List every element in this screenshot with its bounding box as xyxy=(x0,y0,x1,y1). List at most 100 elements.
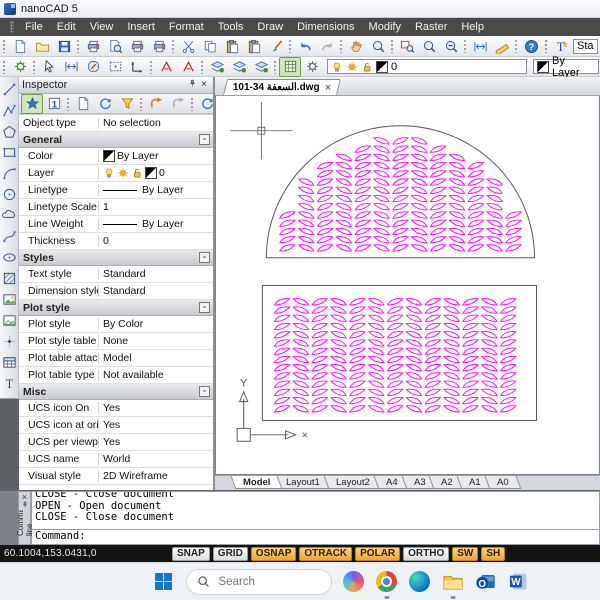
ucs-tool-button[interactable] xyxy=(126,57,148,77)
arc-button[interactable] xyxy=(0,163,19,184)
toggle-osnap[interactable]: OSNAP xyxy=(251,547,297,561)
dim-angle-button[interactable] xyxy=(177,57,199,77)
layer-on-button[interactable] xyxy=(206,57,228,77)
spline-button[interactable] xyxy=(0,226,19,247)
paste-special-button[interactable] xyxy=(243,36,265,56)
property-value[interactable]: By Layer xyxy=(99,150,213,162)
star-button[interactable] xyxy=(21,94,43,114)
cloud-button[interactable] xyxy=(0,205,19,226)
open-button[interactable] xyxy=(31,36,53,56)
toggle-snap[interactable]: SNAP xyxy=(172,547,210,561)
menu-view[interactable]: View xyxy=(83,20,121,34)
line-button[interactable] xyxy=(0,79,19,100)
options-button[interactable] xyxy=(9,57,31,77)
command-close-button[interactable]: × xyxy=(22,493,27,501)
table-button[interactable] xyxy=(0,352,19,373)
select-button[interactable] xyxy=(38,57,60,77)
zoom-window-button[interactable] xyxy=(396,36,418,56)
taskbar-edge-button[interactable] xyxy=(409,571,431,593)
menu-edit[interactable]: Edit xyxy=(50,20,83,34)
measure-button[interactable] xyxy=(491,36,513,56)
layer-states-button[interactable] xyxy=(301,57,323,77)
property-value[interactable]: Yes xyxy=(99,436,213,448)
menu-draw[interactable]: Draw xyxy=(250,20,290,34)
command-prompt[interactable]: Command: xyxy=(32,529,599,544)
ellipse-button[interactable] xyxy=(0,247,19,268)
taskbar-chrome-button[interactable] xyxy=(376,571,398,593)
zoom-realtime-button[interactable] xyxy=(367,36,389,56)
section-styles[interactable]: Styles- xyxy=(19,250,213,266)
section-misc[interactable]: Misc- xyxy=(19,384,213,400)
collapse-icon[interactable]: - xyxy=(199,134,210,145)
model-canvas[interactable]: Y× xyxy=(215,96,600,475)
circle-button[interactable] xyxy=(0,184,19,205)
property-value[interactable]: Yes xyxy=(99,419,213,431)
property-value[interactable]: No selection xyxy=(99,117,213,129)
property-value[interactable]: 2D Wireframe xyxy=(99,470,213,482)
color-combo[interactable]: By Layer xyxy=(533,59,599,74)
menu-raster[interactable]: Raster xyxy=(408,20,454,34)
toggle-ortho[interactable]: ORTHO xyxy=(403,547,449,561)
save-button[interactable] xyxy=(53,36,75,56)
search-input[interactable] xyxy=(217,575,321,589)
polyline-button[interactable] xyxy=(0,100,19,121)
pan-button[interactable] xyxy=(345,36,367,56)
apply-gray-button[interactable] xyxy=(167,94,189,114)
section-general[interactable]: General- xyxy=(19,132,213,148)
document-tab[interactable]: 101-34 السعفة.dwg × xyxy=(223,79,341,95)
toggle-sw[interactable]: SW xyxy=(452,547,478,561)
plot-button[interactable] xyxy=(82,36,104,56)
layers-button[interactable] xyxy=(279,57,301,77)
text-style-input[interactable] xyxy=(577,40,594,53)
rectangle-button[interactable] xyxy=(0,142,19,163)
cut-button[interactable] xyxy=(177,36,199,56)
section-plot-style[interactable]: Plot style- xyxy=(19,300,213,316)
property-value[interactable]: Yes xyxy=(99,402,213,414)
text-button[interactable] xyxy=(0,373,19,394)
filter-button[interactable] xyxy=(116,94,138,114)
point-button[interactable] xyxy=(0,331,19,352)
inspector-pin-button[interactable] xyxy=(186,79,198,92)
property-value[interactable]: Standard xyxy=(99,285,213,297)
apply-button[interactable] xyxy=(145,94,167,114)
wipeout-button[interactable] xyxy=(0,310,19,331)
one-button[interactable] xyxy=(43,94,65,114)
property-value[interactable]: By Layer xyxy=(99,218,213,230)
menu-help[interactable]: Help xyxy=(454,20,491,34)
property-value[interactable]: By Layer xyxy=(99,184,213,196)
property-value[interactable]: Model xyxy=(99,352,213,364)
paste-button[interactable] xyxy=(221,36,243,56)
copy-button[interactable] xyxy=(199,36,221,56)
menu-dimensions[interactable]: Dimensions xyxy=(290,20,361,34)
property-value[interactable]: 0 xyxy=(99,235,213,247)
zoom-in-button[interactable] xyxy=(418,36,440,56)
layer-freeze-button[interactable] xyxy=(228,57,250,77)
layout-tab-model[interactable]: Model xyxy=(231,476,283,489)
drawing-viewport[interactable]: Y× xyxy=(216,96,599,474)
image-button[interactable] xyxy=(0,289,19,310)
polygon-button[interactable] xyxy=(0,121,19,142)
publish-button[interactable] xyxy=(126,36,148,56)
toggle-polar[interactable]: POLAR xyxy=(355,547,400,561)
quick-select-button[interactable] xyxy=(60,57,82,77)
property-value[interactable]: Not available xyxy=(99,369,213,381)
text-style-combo[interactable] xyxy=(573,39,598,54)
collapse-icon[interactable]: - xyxy=(199,302,210,313)
zoom-out-button[interactable] xyxy=(440,36,462,56)
viewport-button[interactable] xyxy=(104,57,126,77)
fit-button[interactable] xyxy=(469,36,491,56)
taskbar-search[interactable] xyxy=(186,569,332,595)
format-brush-button[interactable] xyxy=(265,36,287,56)
tab-close-icon[interactable]: × xyxy=(325,82,331,94)
toggle-sh[interactable]: SH xyxy=(481,547,505,561)
preview-button[interactable] xyxy=(104,36,126,56)
property-value[interactable]: World xyxy=(99,453,213,465)
collapse-icon[interactable]: - xyxy=(199,386,210,397)
text-style-button[interactable]: T xyxy=(551,36,573,56)
property-value[interactable]: Standard xyxy=(99,268,213,280)
property-value[interactable]: By Color xyxy=(99,318,213,330)
toggle-otrack[interactable]: OTRACK xyxy=(299,547,352,561)
undo-button[interactable] xyxy=(294,36,316,56)
menu-insert[interactable]: Insert xyxy=(120,20,162,34)
layout-tab-a0[interactable]: A0 xyxy=(484,476,520,489)
